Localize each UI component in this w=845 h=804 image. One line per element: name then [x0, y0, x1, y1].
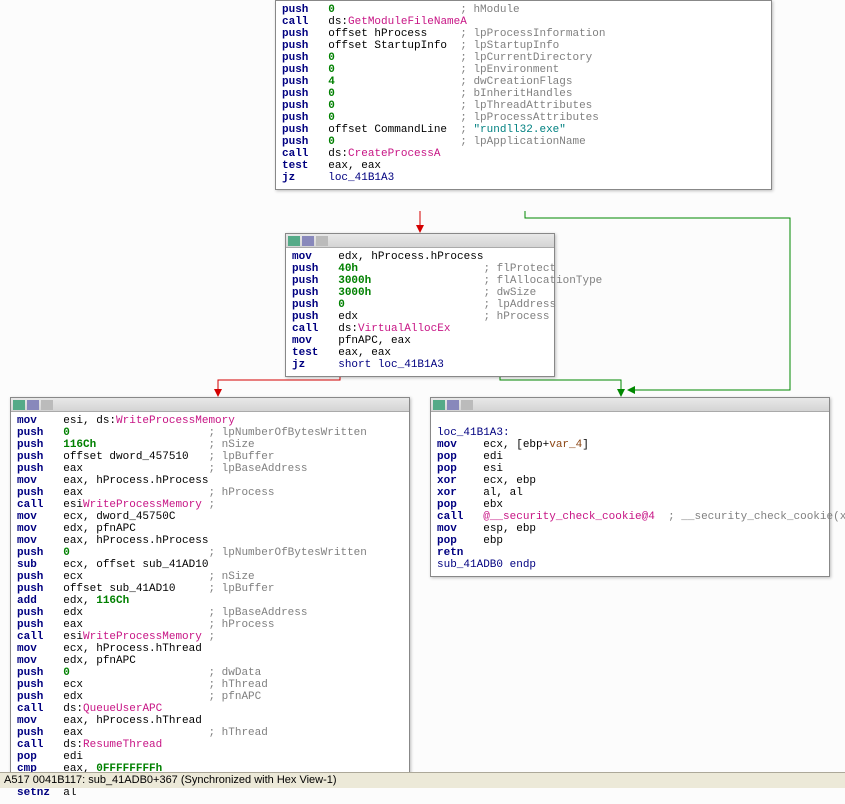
- node-header: [431, 398, 829, 412]
- view-icon[interactable]: [41, 400, 53, 410]
- disasm-body: loc_41B1A3: mov ecx, [ebp+var_4] pop edi…: [431, 412, 829, 576]
- collapse-icon[interactable]: [433, 400, 445, 410]
- disasm-body: mov edx, hProcess.hProcess push 40h ; fl…: [286, 248, 554, 376]
- disasm-body: mov esi, ds:WriteProcessMemory push 0 ; …: [11, 412, 409, 804]
- chart-icon[interactable]: [302, 236, 314, 246]
- graph-node-virtualalloc[interactable]: mov edx, hProcess.hProcess push 40h ; fl…: [285, 233, 555, 377]
- status-bar: A517 0041B117: sub_41ADB0+367 (Synchroni…: [0, 772, 845, 788]
- chart-icon[interactable]: [447, 400, 459, 410]
- chart-icon[interactable]: [27, 400, 39, 410]
- graph-node-createprocess[interactable]: push 0 ; hModule call ds:GetModuleFileNa…: [275, 0, 772, 190]
- graph-node-epilogue[interactable]: loc_41B1A3: mov ecx, [ebp+var_4] pop edi…: [430, 397, 830, 577]
- node-header: [286, 234, 554, 248]
- collapse-icon[interactable]: [288, 236, 300, 246]
- collapse-icon[interactable]: [13, 400, 25, 410]
- view-icon[interactable]: [316, 236, 328, 246]
- disasm-body: push 0 ; hModule call ds:GetModuleFileNa…: [276, 1, 771, 189]
- node-header: [11, 398, 409, 412]
- graph-node-writeprocmem[interactable]: mov esi, ds:WriteProcessMemory push 0 ; …: [10, 397, 410, 780]
- view-icon[interactable]: [461, 400, 473, 410]
